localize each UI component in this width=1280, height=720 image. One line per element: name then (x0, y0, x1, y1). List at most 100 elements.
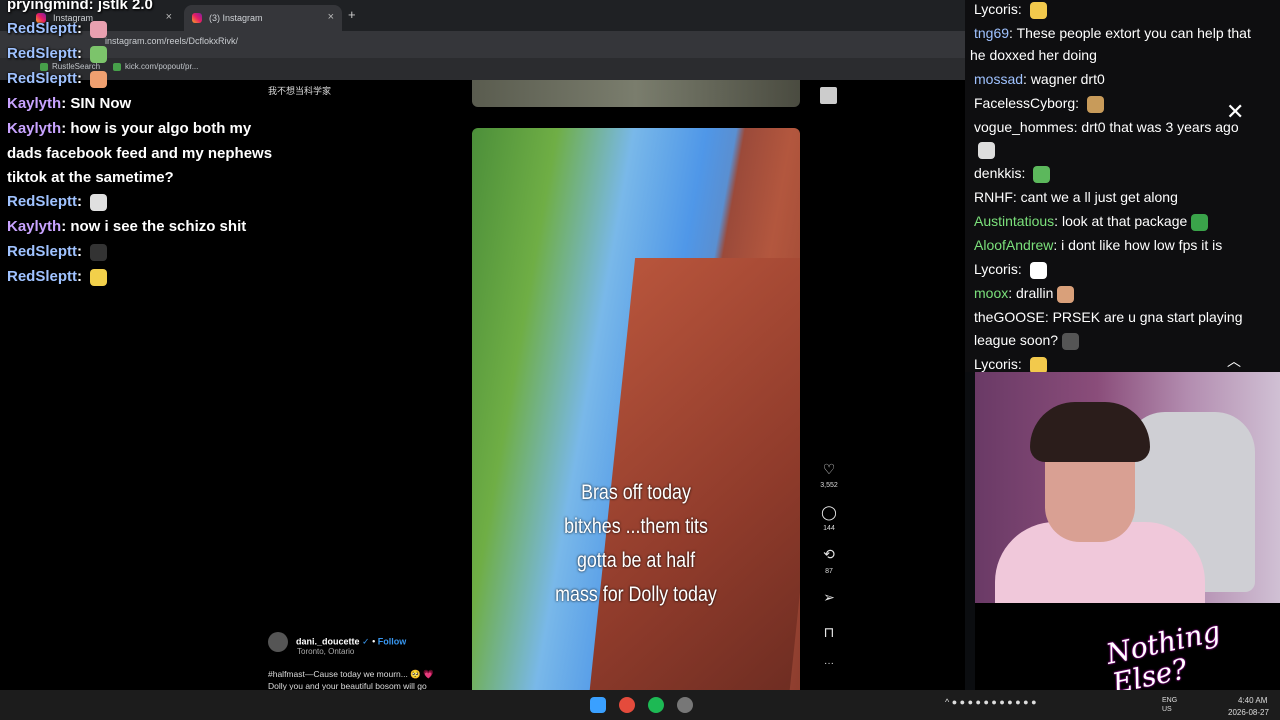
emote-icon (90, 268, 108, 286)
chat-text: jstlk 2.0 (97, 0, 153, 13)
close-tab-icon[interactable]: × (166, 11, 172, 23)
chat-message: RedSleptt: (7, 70, 108, 88)
chat-text: how is your algo both my (70, 120, 252, 137)
bookmark-label: kick.com/popout/pr... (125, 62, 199, 71)
chat-message: Lycoris: (974, 1, 1047, 19)
chat-message: denkkis: (974, 165, 1051, 183)
share-icon[interactable]: ➢ (820, 589, 838, 606)
lang-text: ENG US (1162, 697, 1178, 713)
chat-text: look at that package (1061, 213, 1188, 229)
chat-text: SIN Now (70, 95, 132, 112)
new-tab-button[interactable]: + (348, 7, 356, 22)
emote-icon (1057, 285, 1075, 303)
chat-username[interactable]: RedSleptt (7, 243, 77, 260)
chat-message: RedSleptt: (7, 243, 108, 261)
avatar[interactable] (268, 632, 288, 652)
windows-start-icon[interactable] (590, 697, 606, 713)
avatar[interactable] (820, 87, 837, 104)
follow-button[interactable]: Follow (378, 636, 407, 646)
chat-username[interactable]: FacelessCyborg (974, 95, 1075, 111)
chat-message: moox: drallin (974, 285, 1075, 303)
chat-text: cant we a ll just get along (1020, 189, 1178, 205)
url-field[interactable]: instagram.com/reels/DcflokxRivk/ (105, 36, 238, 46)
chat-message: Kaylyth: now i see the schizo shit (7, 218, 247, 235)
emote-icon (1062, 332, 1080, 350)
clock-time[interactable]: 4:40 AM (1238, 696, 1267, 705)
emote-icon (1029, 1, 1047, 19)
close-icon[interactable]: ✕ (1226, 99, 1244, 125)
chat-username[interactable]: Kaylyth (7, 95, 61, 112)
comment-icon[interactable]: ◯ (820, 504, 838, 521)
chat-message: he doxxed her doing (970, 47, 1097, 63)
chat-text: he doxxed her doing (970, 47, 1097, 63)
chat-text: tiktok at the sametime? (7, 169, 174, 186)
chat-username[interactable]: Austintatious (974, 213, 1054, 229)
chat-username[interactable]: Kaylyth (7, 120, 61, 137)
chat-username[interactable]: RedSleptt (7, 193, 77, 210)
verified-icon: ✓ (362, 636, 370, 647)
chat-username[interactable]: RNHF (974, 189, 1013, 205)
chat-message: mossad: wagner drt0 (974, 71, 1105, 87)
obs-icon[interactable] (677, 697, 693, 713)
emote-icon (90, 45, 108, 63)
chat-username[interactable]: RedSleptt (7, 268, 77, 285)
chat-message: RNHF: cant we a ll just get along (974, 189, 1178, 205)
system-tray-icons[interactable]: ^ ● ● ● ● ● ● ● ● ● ● ● (945, 697, 1037, 707)
bookmark-item[interactable]: kick.com/popout/pr... (113, 62, 198, 71)
chat-message: RedSleptt: (7, 193, 108, 211)
chat-username[interactable]: Lycoris (974, 1, 1018, 17)
chat-message: RedSleptt: (7, 268, 108, 286)
remix-icon[interactable]: ⟲ (820, 546, 838, 563)
save-icon[interactable]: ⊓ (820, 624, 838, 641)
tab-instagram-2[interactable]: (3) Instagram × (184, 5, 342, 31)
previous-reel[interactable] (472, 80, 800, 107)
like-icon[interactable]: ♡ (820, 461, 838, 478)
previous-reel-note: 我不想当科学家 (268, 86, 332, 96)
emote-icon (90, 70, 108, 88)
chat-username[interactable]: Lycoris (974, 356, 1018, 372)
chat-message: league soon? (974, 332, 1080, 350)
emote-icon (1029, 261, 1047, 279)
close-tab-icon[interactable]: × (328, 11, 334, 23)
chat-username[interactable]: RedSleptt (7, 70, 77, 87)
post-caption-line: #halfmast—Cause today we mourn... 🥺 💗 (268, 669, 434, 679)
emote-icon (1086, 95, 1104, 113)
chat-message: Kaylyth: how is your algo both my (7, 120, 252, 137)
chat-username[interactable]: denkkis (974, 165, 1021, 181)
chat-text: PRSEK are u gna start playing (1052, 309, 1243, 325)
chat-username[interactable]: moox (974, 285, 1008, 301)
chat-text: wagner drt0 (1030, 71, 1105, 87)
spotify-icon[interactable] (648, 697, 664, 713)
chat-username[interactable]: vogue_hommes (974, 119, 1074, 135)
chat-message: Lycoris: (974, 261, 1047, 279)
language-indicator[interactable]: ENG US (1162, 696, 1177, 714)
chat-message: FacelessCyborg: (974, 95, 1104, 113)
chrome-icon[interactable] (619, 697, 635, 713)
emote-icon (1191, 213, 1209, 231)
chat-username[interactable]: Kaylyth (7, 218, 61, 235)
chat-text: These people extort you can help that (1016, 25, 1251, 41)
clock-date[interactable]: 2026-08-27 (1228, 708, 1269, 717)
like-count: 3,552 (820, 482, 838, 489)
chat-username[interactable]: tng69 (974, 25, 1009, 41)
chat-username[interactable]: Lycoris (974, 261, 1018, 277)
caption-line: Bras off today (581, 481, 691, 504)
chat-username[interactable]: theGOOSE (974, 309, 1045, 325)
chat-username[interactable]: AloofAndrew (974, 237, 1053, 253)
reel-caption: Bras off today bitxhes ...them tits gott… (497, 476, 776, 612)
chevron-up-icon[interactable]: ︿ (1227, 351, 1241, 371)
chat-message: theGOOSE: PRSEK are u gna start playing (974, 309, 1243, 325)
chat-username[interactable]: mossad (974, 71, 1023, 87)
author-location: Toronto, Ontario (297, 647, 355, 656)
author-handle[interactable]: dani._doucette (296, 636, 360, 646)
chat-username[interactable]: RedSleptt (7, 45, 77, 62)
taskbar (0, 690, 1280, 720)
chat-username[interactable]: RedSleptt (7, 20, 77, 37)
chat-username[interactable]: pryingmind (7, 0, 89, 13)
chat-message (974, 141, 995, 159)
reel-video[interactable]: Bras off today bitxhes ...them tits gott… (472, 128, 800, 690)
emote-icon (90, 20, 108, 38)
more-icon[interactable]: ··· (820, 658, 838, 669)
tab-label: (3) Instagram (209, 13, 263, 23)
chat-text: league soon? (974, 332, 1059, 348)
